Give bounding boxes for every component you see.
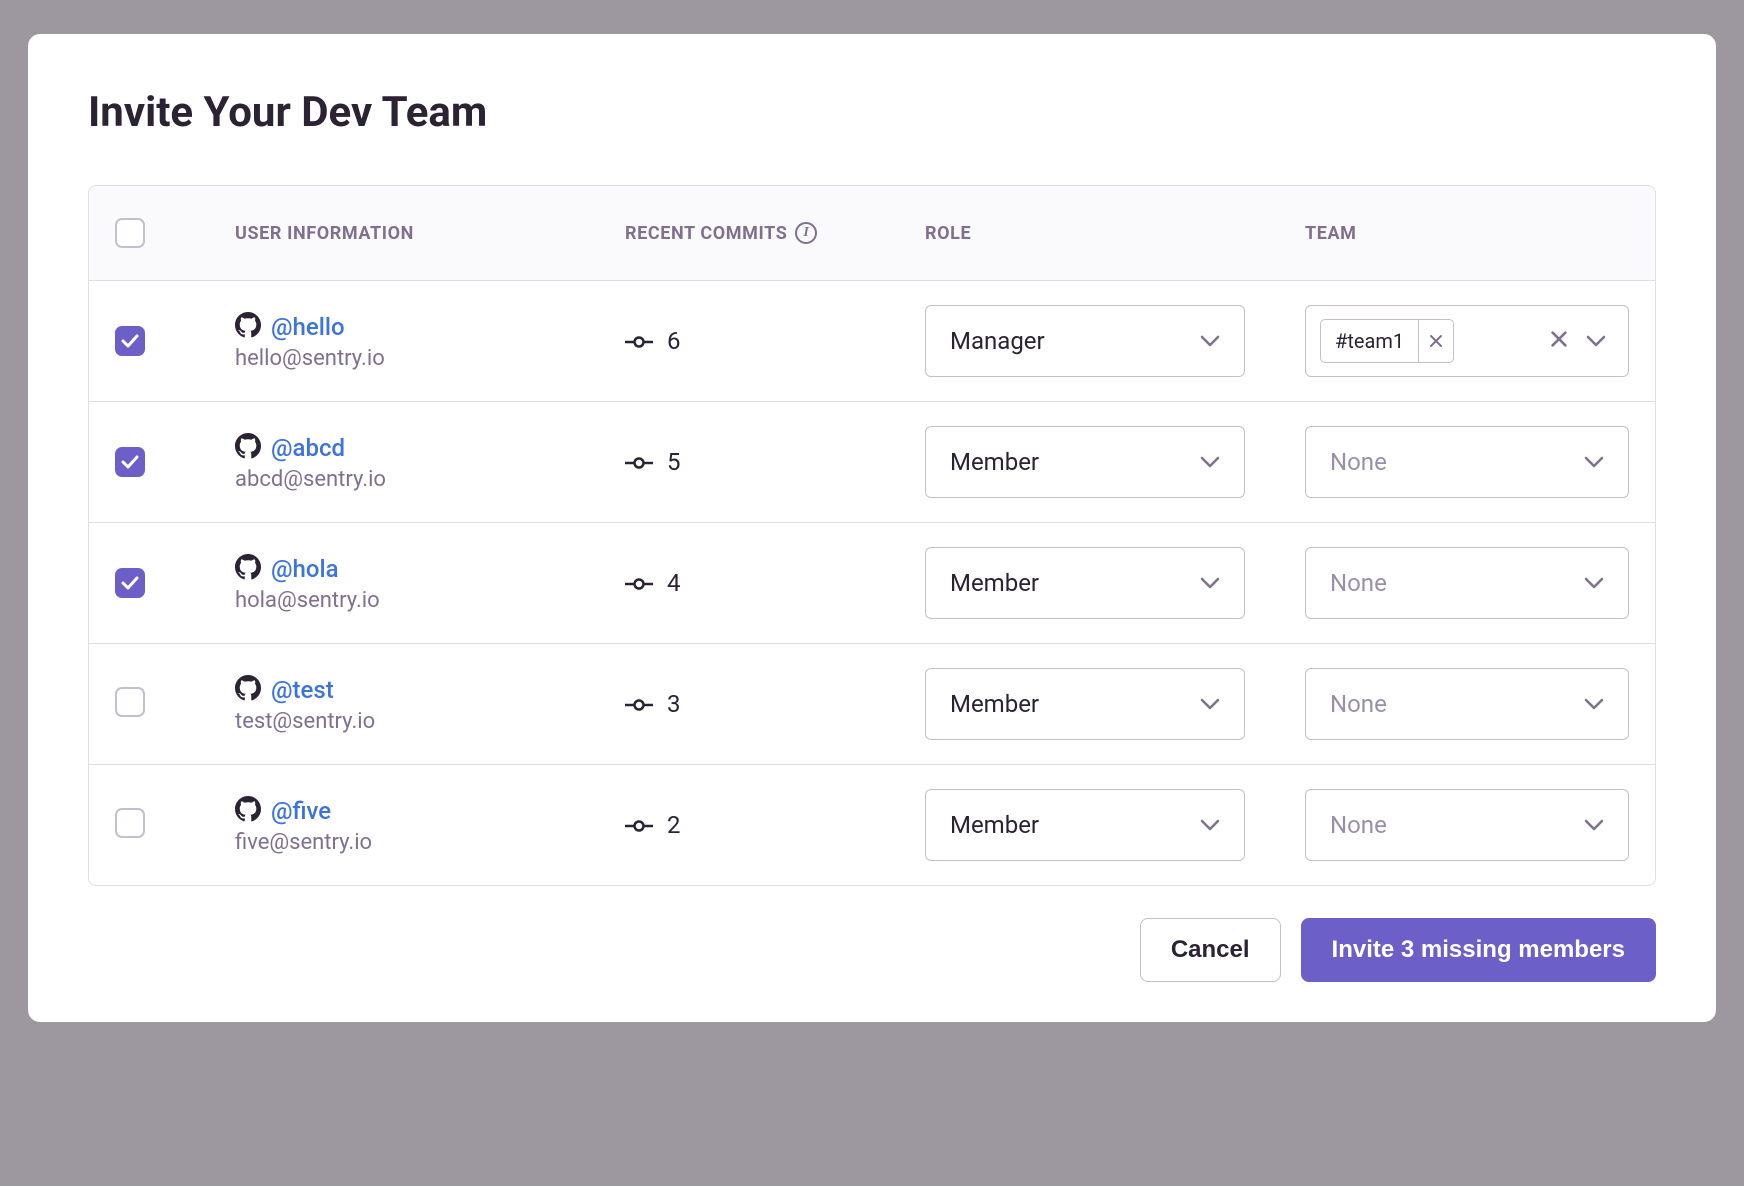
modal-footer: Cancel Invite 3 missing members [88,918,1656,982]
role-cell: Member [925,426,1305,498]
user-email: five@sentry.io [235,830,625,855]
row-checkbox[interactable] [115,687,145,717]
row-checkbox[interactable] [115,447,145,477]
clear-all-icon[interactable] [1546,326,1572,356]
modal-title: Invite Your Dev Team [88,88,1656,137]
commit-icon [625,811,653,839]
invite-button[interactable]: Invite 3 missing members [1301,918,1656,982]
team-chip: #team1 [1320,319,1454,363]
chevron-down-icon [1200,574,1220,593]
user-handle-link[interactable]: @hola [271,555,339,583]
chevron-down-icon [1200,695,1220,714]
chip-remove-icon[interactable] [1418,320,1453,362]
role-select[interactable]: Manager [925,305,1245,377]
chevron-down-icon [1200,453,1220,472]
commit-cell: 3 [625,690,925,718]
invite-modal: Invite Your Dev Team USER INFORMATION RE… [28,34,1716,1022]
github-icon [235,796,261,826]
header-user: USER INFORMATION [235,223,625,244]
role-select[interactable]: Member [925,547,1245,619]
user-handle-link[interactable]: @five [271,797,331,825]
github-icon [235,433,261,463]
role-cell: Manager [925,305,1305,377]
user-cell: @hola hola@sentry.io [235,554,625,613]
github-icon [235,554,261,584]
role-cell: Member [925,668,1305,740]
chevron-down-icon [1200,816,1220,835]
role-cell: Member [925,547,1305,619]
commit-icon [625,569,653,597]
table-row: @abcd abcd@sentry.io 5 Member None [89,402,1655,523]
table-row: @hello hello@sentry.io 6 Manager [89,281,1655,402]
team-cell: None [1305,426,1629,498]
commit-cell: 4 [625,569,925,597]
table-header: USER INFORMATION RECENT COMMITS i ROLE T… [89,186,1655,281]
commit-count: 2 [667,811,681,839]
user-email: hola@sentry.io [235,588,625,613]
chevron-down-icon [1200,332,1220,351]
user-email: hello@sentry.io [235,346,625,371]
commit-cell: 5 [625,448,925,476]
github-icon [235,675,261,705]
user-handle-link[interactable]: @test [271,676,334,704]
team-select[interactable]: None [1305,668,1629,740]
commit-icon [625,448,653,476]
user-email: abcd@sentry.io [235,467,625,492]
table-row: @hola hola@sentry.io 4 Member None [89,523,1655,644]
commit-count: 6 [667,327,681,355]
github-icon [235,312,261,342]
table-row: @five five@sentry.io 2 Member None [89,765,1655,885]
table-row: @test test@sentry.io 3 Member None [89,644,1655,765]
role-select[interactable]: Member [925,668,1245,740]
header-team: TEAM [1305,223,1629,244]
team-multiselect[interactable]: #team1 [1305,305,1629,377]
commit-count: 3 [667,690,681,718]
team-select[interactable]: None [1305,426,1629,498]
commit-count: 5 [667,448,681,476]
team-cell: #team1 [1305,305,1629,377]
user-cell: @hello hello@sentry.io [235,312,625,371]
user-cell: @five five@sentry.io [235,796,625,855]
commit-cell: 6 [625,327,925,355]
user-cell: @test test@sentry.io [235,675,625,734]
row-checkbox[interactable] [115,808,145,838]
chevron-down-icon [1584,453,1604,472]
commit-count: 4 [667,569,681,597]
header-checkbox-cell [115,218,235,248]
team-select[interactable]: None [1305,789,1629,861]
header-commits: RECENT COMMITS i [625,222,925,244]
chevron-down-icon [1584,695,1604,714]
team-select[interactable]: None [1305,547,1629,619]
team-cell: None [1305,668,1629,740]
chevron-down-icon[interactable] [1582,328,1610,355]
user-email: test@sentry.io [235,709,625,734]
row-checkbox[interactable] [115,326,145,356]
cancel-button[interactable]: Cancel [1140,918,1281,982]
user-handle-link[interactable]: @abcd [271,434,345,462]
chevron-down-icon [1584,574,1604,593]
commit-cell: 2 [625,811,925,839]
team-cell: None [1305,789,1629,861]
user-cell: @abcd abcd@sentry.io [235,433,625,492]
user-handle-link[interactable]: @hello [271,313,345,341]
select-all-checkbox[interactable] [115,218,145,248]
team-cell: None [1305,547,1629,619]
role-select[interactable]: Member [925,789,1245,861]
role-cell: Member [925,789,1305,861]
header-role: ROLE [925,223,1305,244]
info-icon[interactable]: i [795,222,817,244]
chevron-down-icon [1584,816,1604,835]
commit-icon [625,690,653,718]
members-table: USER INFORMATION RECENT COMMITS i ROLE T… [88,185,1656,886]
row-checkbox[interactable] [115,568,145,598]
commit-icon [625,327,653,355]
role-select[interactable]: Member [925,426,1245,498]
